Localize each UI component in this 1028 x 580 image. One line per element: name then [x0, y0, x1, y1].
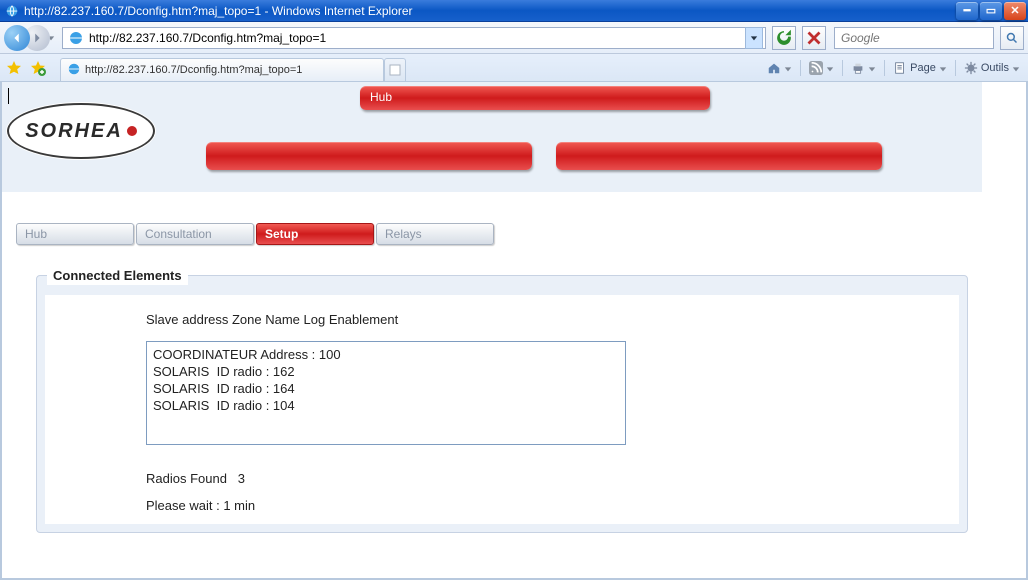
- elements-listbox[interactable]: COORDINATEUR Address : 100 SOLARIS ID ra…: [146, 341, 626, 445]
- back-button[interactable]: [4, 25, 30, 51]
- subtab-label: Setup: [265, 227, 298, 241]
- new-tab-button[interactable]: [384, 58, 406, 81]
- feeds-button[interactable]: [805, 57, 838, 79]
- nav-toolbar: [0, 22, 1028, 54]
- tools-menu-button[interactable]: Outils: [960, 57, 1024, 79]
- text-caret: [8, 88, 9, 104]
- address-input[interactable]: [87, 30, 745, 46]
- tools-menu-label: Outils: [981, 62, 1009, 74]
- window-titlebar: http://82.237.160.7/Dconfig.htm?maj_topo…: [0, 0, 1028, 22]
- top-button-hub-label: Hub: [370, 90, 392, 104]
- page-menu-button[interactable]: Page: [889, 57, 951, 79]
- window-title: http://82.237.160.7/Dconfig.htm?maj_topo…: [24, 4, 956, 18]
- window-minimize-button[interactable]: ━: [956, 2, 978, 20]
- radios-found-label: Radios Found: [146, 471, 227, 486]
- favorites-center-button[interactable]: [4, 58, 24, 78]
- address-bar[interactable]: [62, 27, 766, 49]
- window-maximize-button[interactable]: ▭: [980, 2, 1002, 20]
- stop-button[interactable]: [802, 26, 826, 50]
- tab-strip: http://82.237.160.7/Dconfig.htm?maj_topo…: [0, 54, 1028, 82]
- refresh-button[interactable]: [772, 26, 796, 50]
- ie-icon: [67, 62, 81, 79]
- top-button-3[interactable]: [556, 142, 882, 170]
- connected-elements-panel: Connected Elements Slave address Zone Na…: [36, 275, 968, 533]
- top-button-2[interactable]: [206, 142, 532, 170]
- ie-icon: [4, 3, 20, 19]
- search-box[interactable]: [834, 27, 994, 49]
- radios-found-value: 3: [238, 471, 245, 486]
- document-tab[interactable]: http://82.237.160.7/Dconfig.htm?maj_topo…: [60, 58, 384, 81]
- please-wait-label: Please wait :: [146, 498, 220, 513]
- page-icon: [68, 30, 84, 46]
- please-wait-value: 1 min: [223, 498, 255, 513]
- please-wait-line: Please wait : 1 min: [146, 498, 928, 513]
- address-dropdown[interactable]: [745, 27, 763, 49]
- logo: SORHEA: [6, 102, 156, 160]
- logo-dot-icon: [127, 126, 137, 136]
- subtab-setup[interactable]: Setup: [256, 223, 374, 245]
- subtab-relays[interactable]: Relays: [376, 223, 494, 245]
- header-band: SORHEA Hub: [2, 82, 982, 193]
- top-button-hub[interactable]: Hub: [360, 86, 710, 110]
- subtab-hub[interactable]: Hub: [16, 223, 134, 245]
- radios-found-line: Radios Found 3: [146, 471, 928, 486]
- logo-text: SORHEA: [25, 120, 123, 143]
- viewport: SORHEA Hub Hub Consultation Setup Relays: [0, 82, 1028, 580]
- search-input[interactable]: [839, 30, 1000, 46]
- page-content: SORHEA Hub Hub Consultation Setup Relays: [2, 82, 982, 533]
- home-button[interactable]: [763, 57, 796, 79]
- subtab-label: Hub: [25, 227, 47, 241]
- subtab-label: Relays: [385, 227, 422, 241]
- columns-header: Slave address Zone Name Log Enablement: [146, 312, 928, 327]
- add-favorite-button[interactable]: [28, 58, 48, 78]
- subtab-consultation[interactable]: Consultation: [136, 223, 254, 245]
- page-menu-label: Page: [910, 62, 936, 74]
- document-tab-label: http://82.237.160.7/Dconfig.htm?maj_topo…: [85, 64, 302, 76]
- sub-nav: Hub Consultation Setup Relays: [16, 223, 982, 245]
- subtab-label: Consultation: [145, 227, 212, 241]
- search-button[interactable]: [1000, 26, 1024, 50]
- window-close-button[interactable]: ✕: [1004, 2, 1026, 20]
- panel-legend: Connected Elements: [47, 266, 188, 285]
- print-button[interactable]: [847, 57, 880, 79]
